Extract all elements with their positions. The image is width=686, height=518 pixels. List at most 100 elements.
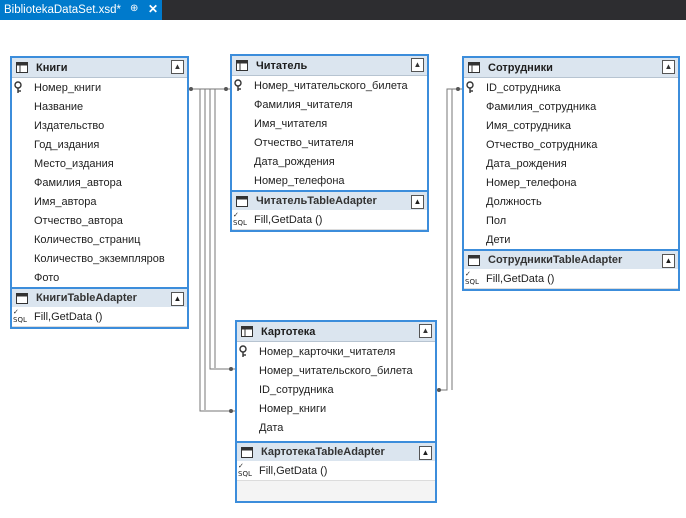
table-header[interactable]: Читатель ▲ [232, 56, 427, 76]
collapse-icon[interactable]: ▲ [411, 195, 424, 209]
sql-icon: ✓ SQL [233, 211, 247, 227]
column-name: Название [34, 100, 84, 113]
column-row[interactable]: Номер_телефона [464, 173, 678, 192]
method-name: Fill,GetData () [486, 272, 555, 285]
column-row[interactable]: Дети [464, 230, 678, 249]
column-name: Отчество_автора [34, 214, 123, 227]
table-sotrudniki[interactable]: Сотрудники ▲ ID_сотрудника Фамилия_сотруд… [462, 56, 680, 291]
table-chitatel[interactable]: Читатель ▲ Номер_читательского_билета Фам… [230, 54, 429, 232]
column-row[interactable]: Фото [12, 268, 187, 287]
column-name: Издательство [34, 119, 105, 132]
collapse-icon[interactable]: ▲ [171, 292, 184, 306]
column-row[interactable]: Место_издания [12, 154, 187, 173]
collapse-icon[interactable]: ▲ [419, 446, 432, 460]
column-row[interactable]: Название [12, 97, 187, 116]
column-row[interactable]: Дата_рождения [464, 154, 678, 173]
method-row[interactable]: ✓ SQL Fill,GetData () [12, 307, 187, 327]
column-row[interactable]: Должность [464, 192, 678, 211]
table-name: Картотека [261, 325, 316, 338]
table-header[interactable]: Сотрудники ▲ [464, 58, 678, 78]
table-icon [236, 60, 248, 71]
collapse-icon[interactable]: ▲ [419, 324, 432, 338]
collapse-icon[interactable]: ▲ [662, 254, 675, 268]
collapse-icon[interactable]: ▲ [171, 60, 184, 74]
adapter-name: СотрудникиTableAdapter [488, 254, 623, 266]
column-row[interactable]: Номер_читательского_билета [237, 361, 435, 380]
column-row[interactable]: Издательство [12, 116, 187, 135]
column-row[interactable]: Отчество_читателя [232, 133, 427, 152]
method-row[interactable]: ✓ SQL Fill,GetData () [237, 461, 435, 481]
column-name: Номер_книги [259, 402, 327, 415]
adapter-name: КнигиTableAdapter [36, 292, 137, 304]
primary-key-icon [466, 81, 476, 94]
table-kartoteka[interactable]: Картотека ▲ Номер_карточки_читателя Номер… [235, 320, 437, 503]
column-name: Пол [486, 214, 507, 227]
table-knigi[interactable]: Книги ▲ Номер_книги Название Издательство Г… [10, 56, 189, 329]
column-name: Количество_экземпляров [34, 252, 165, 265]
table-icon [468, 62, 480, 73]
column-row[interactable]: Имя_автора [12, 192, 187, 211]
column-row[interactable]: Количество_экземпляров [12, 249, 187, 268]
column-list: Номер_карточки_читателя Номер_читательско… [237, 342, 435, 437]
column-name: Номер_телефона [486, 176, 577, 189]
column-row[interactable]: Год_издания [12, 135, 187, 154]
column-name: ID_сотрудника [486, 81, 561, 94]
column-row[interactable]: Номер_телефона [232, 171, 427, 190]
column-row[interactable]: Имя_сотрудника [464, 116, 678, 135]
collapse-icon[interactable]: ▲ [411, 58, 424, 72]
column-name: Номер_читательского_билета [254, 79, 408, 92]
dataset-designer-canvas[interactable]: Книги ▲ Номер_книги Название Издательство Г… [0, 20, 686, 518]
adapter-name: ЧитательTableAdapter [256, 195, 377, 207]
column-row[interactable]: Номер_карточки_читателя [237, 342, 435, 361]
column-row[interactable]: Количество_страниц [12, 230, 187, 249]
table-header[interactable]: Картотека ▲ [237, 322, 435, 342]
table-name: Сотрудники [488, 61, 553, 74]
method-row[interactable]: ✓ SQL Fill,GetData () [464, 269, 678, 289]
table-header[interactable]: Книги ▲ [12, 58, 187, 78]
column-name: Дети [486, 233, 511, 246]
table-adapter-header[interactable]: СотрудникиTableAdapter ▲ [464, 249, 678, 269]
column-name: Фамилия_читателя [254, 98, 353, 111]
column-name: Имя_автора [34, 195, 97, 208]
table-name: Читатель [256, 59, 308, 72]
method-row[interactable]: ✓ SQL Fill,GetData () [232, 210, 427, 230]
pin-icon[interactable]: ⊕ [130, 3, 138, 14]
column-row[interactable]: Дата_рождения [232, 152, 427, 171]
primary-key-icon [234, 79, 244, 92]
tab-bibliotekadataset[interactable]: BibliotekaDataSet.xsd* ⊕ ✕ [0, 0, 162, 20]
column-row[interactable]: ID_сотрудника [237, 380, 435, 399]
column-name: Дата_рождения [254, 155, 335, 168]
column-list: Номер_книги Название Издательство Год_издан… [12, 78, 187, 287]
adapter-name: КартотекаTableAdapter [261, 446, 385, 458]
collapse-icon[interactable]: ▲ [662, 60, 675, 74]
table-adapter-header[interactable]: КнигиTableAdapter ▲ [12, 287, 187, 307]
column-name: Номер_карточки_читателя [259, 345, 396, 358]
column-row[interactable]: Фамилия_сотрудника [464, 97, 678, 116]
column-row[interactable]: Номер_читательского_билета [232, 76, 427, 95]
primary-key-icon [14, 81, 24, 94]
column-name: Фамилия_автора [34, 176, 122, 189]
close-icon[interactable]: ✕ [148, 2, 158, 16]
column-row[interactable]: Фамилия_читателя [232, 95, 427, 114]
table-adapter-header[interactable]: КартотекаTableAdapter ▲ [237, 441, 435, 461]
column-row[interactable]: Пол [464, 211, 678, 230]
column-row[interactable]: Отчество_сотрудника [464, 135, 678, 154]
column-row[interactable]: Дата [237, 418, 435, 437]
column-row[interactable]: Отчество_автора [12, 211, 187, 230]
sql-icon: ✓ SQL [465, 270, 479, 286]
column-name: Номер_книги [34, 81, 102, 94]
sql-icon: ✓ SQL [238, 462, 252, 478]
column-row[interactable]: Номер_книги [237, 399, 435, 418]
method-name: Fill,GetData () [34, 310, 103, 323]
column-row[interactable]: Фамилия_автора [12, 173, 187, 192]
tab-title: BibliotekaDataSet.xsd* [4, 4, 121, 16]
column-row[interactable]: Номер_книги [12, 78, 187, 97]
column-row[interactable]: ID_сотрудника [464, 78, 678, 97]
table-adapter-header[interactable]: ЧитательTableAdapter ▲ [232, 190, 427, 210]
column-name: Дата_рождения [486, 157, 567, 170]
column-row[interactable]: Имя_читателя [232, 114, 427, 133]
column-name: Количество_страниц [34, 233, 141, 246]
column-name: Имя_читателя [254, 117, 328, 130]
table-icon [241, 326, 253, 337]
table-adapter-icon [241, 446, 253, 458]
